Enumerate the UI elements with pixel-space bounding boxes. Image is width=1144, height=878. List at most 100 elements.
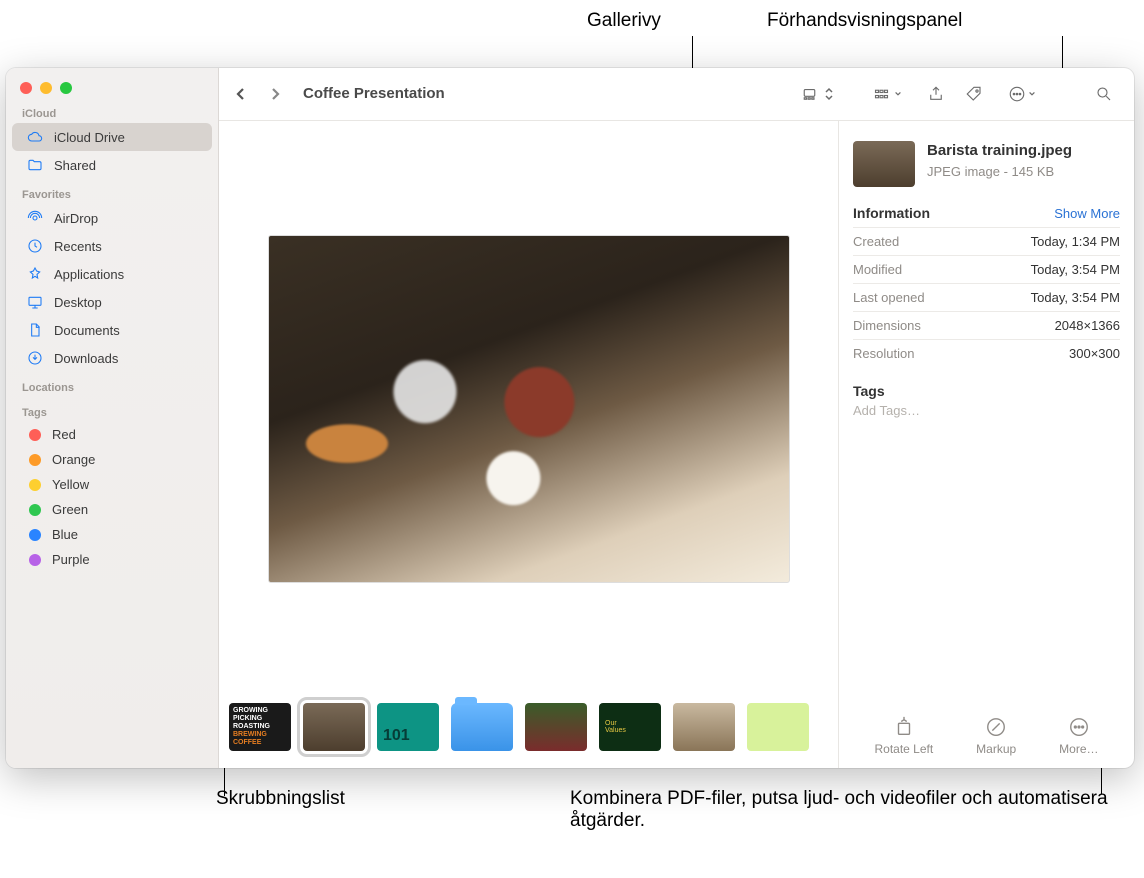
tag-dot-icon [29, 554, 41, 566]
preview-stage [219, 121, 838, 696]
info-row-last-opened: Last opened Today, 3:54 PM [853, 283, 1120, 311]
sidebar-item-desktop[interactable]: Desktop [12, 288, 212, 316]
sidebar-item-label: Yellow [52, 477, 89, 492]
info-row-modified: Modified Today, 3:54 PM [853, 255, 1120, 283]
sidebar-item-recents[interactable]: Recents [12, 232, 212, 260]
view-mode-gallery-button[interactable] [790, 80, 846, 108]
thumbnail-item[interactable] [747, 703, 809, 751]
info-key: Resolution [853, 346, 914, 361]
sidebar-tag-orange[interactable]: Orange [12, 447, 212, 472]
info-row-resolution: Resolution 300×300 [853, 339, 1120, 367]
info-key: Modified [853, 262, 902, 277]
callout-more-actions: Kombinera PDF-filer, putsa ljud- och vid… [570, 788, 1110, 832]
tag-dot-icon [29, 454, 41, 466]
sidebar-item-label: Recents [54, 239, 102, 254]
markup-button[interactable]: Markup [976, 716, 1016, 756]
sidebar-tag-green[interactable]: Green [12, 497, 212, 522]
tags-section-title: Tags [853, 383, 1120, 399]
sidebar-item-label: AirDrop [54, 211, 98, 226]
thumb-text: BREWING [233, 731, 287, 739]
minimize-window-button[interactable] [40, 82, 52, 94]
sidebar-item-applications[interactable]: Applications [12, 260, 212, 288]
group-by-button[interactable] [860, 80, 916, 108]
thumbnail-strip[interactable]: GROWING PICKING ROASTING BREWING COFFEE … [219, 696, 838, 768]
sidebar-section-favorites: Favorites [6, 179, 218, 204]
sidebar-tag-blue[interactable]: Blue [12, 522, 212, 547]
info-row-dimensions: Dimensions 2048×1366 [853, 311, 1120, 339]
thumbnail-item[interactable] [525, 703, 587, 751]
desktop-icon [26, 293, 44, 311]
thumbnail-item[interactable]: 101 [377, 703, 439, 751]
sidebar-item-label: Desktop [54, 295, 102, 310]
sidebar-item-icloud-drive[interactable]: iCloud Drive [12, 123, 212, 151]
tag-dot-icon [29, 429, 41, 441]
info-row-created: Created Today, 1:34 PM [853, 227, 1120, 255]
preview-filename: Barista training.jpeg [927, 141, 1072, 161]
sidebar-tag-purple[interactable]: Purple [12, 547, 212, 572]
tag-dot-icon [29, 479, 41, 491]
apps-icon [26, 265, 44, 283]
callout-preview-panel: Förhandsvisningspanel [767, 10, 962, 32]
sidebar-tag-red[interactable]: Red [12, 422, 212, 447]
tags-button[interactable] [956, 80, 992, 108]
action-label: More… [1059, 742, 1098, 756]
forward-button[interactable] [261, 80, 289, 108]
share-button[interactable] [918, 80, 954, 108]
sidebar-item-shared[interactable]: Shared [12, 151, 212, 179]
preview-panel-thumb [853, 141, 915, 187]
sidebar-item-label: Downloads [54, 351, 118, 366]
info-value: 300×300 [1069, 346, 1120, 361]
sidebar-item-downloads[interactable]: Downloads [12, 344, 212, 372]
action-label: Markup [976, 742, 1016, 756]
sidebar-item-label: Green [52, 502, 88, 517]
thumbnail-item[interactable]: GROWING PICKING ROASTING BREWING COFFEE [229, 703, 291, 751]
more-actions-button[interactable] [994, 80, 1050, 108]
sidebar-item-label: Purple [52, 552, 90, 567]
preview-image[interactable] [268, 235, 790, 583]
sidebar-section-tags: Tags [6, 397, 218, 422]
main-area: Coffee Presentation [219, 68, 1134, 768]
toolbar: Coffee Presentation [219, 68, 1134, 120]
sidebar-item-label: iCloud Drive [54, 130, 125, 145]
back-button[interactable] [227, 80, 255, 108]
sidebar: iCloud iCloud Drive Shared Favorites Air… [6, 68, 219, 768]
fullscreen-window-button[interactable] [60, 82, 72, 94]
sidebar-item-label: Shared [54, 158, 96, 173]
traffic-lights [6, 74, 218, 98]
tag-dot-icon [29, 529, 41, 541]
rotate-left-button[interactable]: Rotate Left [874, 716, 933, 756]
preview-panel: Barista training.jpeg JPEG image - 145 K… [838, 120, 1134, 768]
info-value: 2048×1366 [1055, 318, 1120, 333]
add-tags-field[interactable]: Add Tags… [853, 403, 1120, 418]
info-value: Today, 3:54 PM [1031, 262, 1120, 277]
action-label: Rotate Left [874, 742, 933, 756]
document-icon [26, 321, 44, 339]
callout-gallery-view: Gallerivy [587, 10, 661, 32]
thumb-text: PICKING [233, 715, 287, 723]
cloud-icon [26, 128, 44, 146]
window-title: Coffee Presentation [303, 85, 445, 102]
sidebar-item-label: Blue [52, 527, 78, 542]
tag-dot-icon [29, 504, 41, 516]
thumbnail-item[interactable] [673, 703, 735, 751]
thumbnail-item-folder[interactable] [451, 703, 513, 751]
sidebar-item-label: Orange [52, 452, 95, 467]
thumbnail-item-selected[interactable] [303, 703, 365, 751]
sidebar-item-label: Documents [54, 323, 120, 338]
more-button[interactable]: More… [1059, 716, 1098, 756]
thumb-text: COFFEE [233, 739, 287, 747]
close-window-button[interactable] [20, 82, 32, 94]
finder-window: iCloud iCloud Drive Shared Favorites Air… [6, 68, 1134, 768]
thumbnail-item[interactable]: Our Values [599, 703, 661, 751]
gallery-view: GROWING PICKING ROASTING BREWING COFFEE … [219, 120, 838, 768]
sidebar-tag-yellow[interactable]: Yellow [12, 472, 212, 497]
info-value: Today, 3:54 PM [1031, 290, 1120, 305]
thumb-text: ROASTING [233, 723, 287, 731]
download-icon [26, 349, 44, 367]
sidebar-item-airdrop[interactable]: AirDrop [12, 204, 212, 232]
sidebar-item-documents[interactable]: Documents [12, 316, 212, 344]
info-key: Dimensions [853, 318, 921, 333]
show-more-link[interactable]: Show More [1054, 206, 1120, 221]
sidebar-item-label: Applications [54, 267, 124, 282]
search-button[interactable] [1086, 80, 1122, 108]
